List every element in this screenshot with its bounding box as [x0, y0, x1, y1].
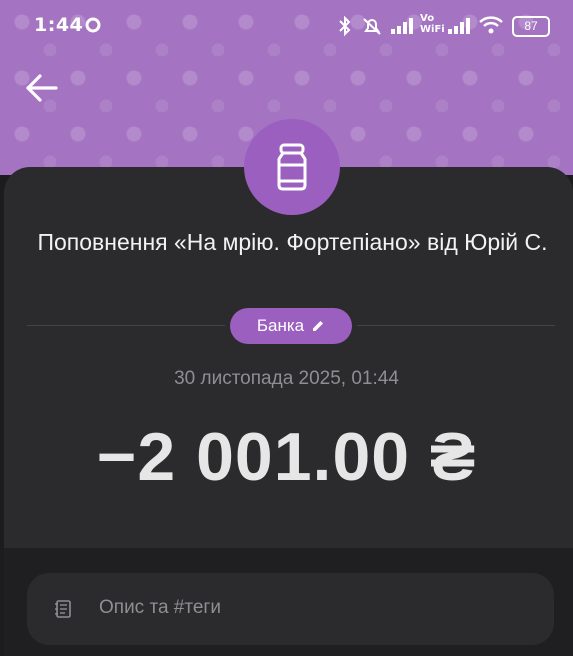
status-bar: 1:44 Vo WiFi 87: [0, 0, 573, 52]
notes-icon: [55, 600, 71, 618]
battery-indicator: 87: [512, 16, 550, 37]
arrow-left-icon: [26, 74, 58, 102]
back-button[interactable]: [22, 70, 70, 110]
category-label: Банка: [256, 316, 305, 335]
status-time: 1:44: [34, 14, 84, 36]
transaction-date: 30 листопада 2025, 01:44: [174, 368, 399, 389]
divider-right: [357, 325, 555, 326]
wifi-icon: [479, 16, 503, 34]
transaction-avatar: [244, 119, 340, 215]
divider-left: [27, 325, 225, 326]
signal-icon: [391, 18, 413, 34]
category-chip[interactable]: Банка: [230, 308, 352, 344]
pencil-icon: [313, 321, 324, 331]
muted-bell-icon: [363, 18, 381, 35]
transaction-amount: −2 001.00 ₴: [96, 419, 477, 495]
signal-2-icon: [448, 18, 470, 34]
transaction-title: Поповнення «На мрію. Фортепіано» від Юрі…: [37, 229, 548, 255]
description-input[interactable]: Опис та #теги: [27, 573, 554, 645]
jar-icon: [277, 143, 307, 191]
vowifi-label: Vo WiFi: [420, 13, 445, 35]
bluetooth-icon: [339, 15, 351, 37]
sync-indicator-icon: [85, 17, 101, 33]
description-placeholder: Опис та #теги: [99, 597, 221, 618]
